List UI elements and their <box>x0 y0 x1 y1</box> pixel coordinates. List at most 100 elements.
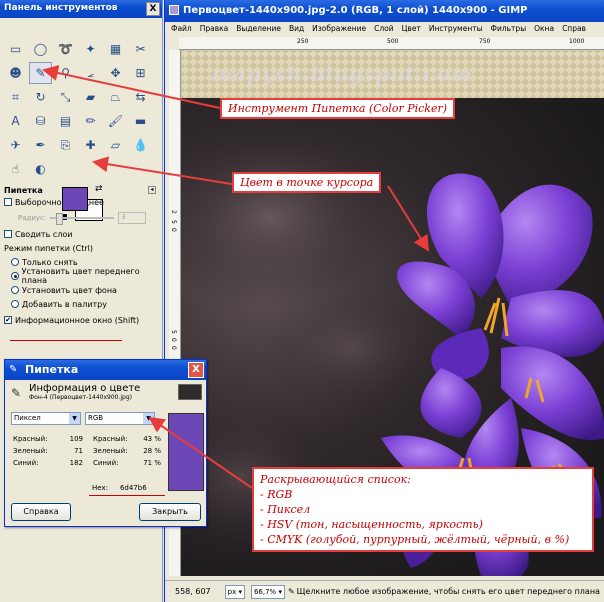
clone-icon[interactable]: ⎘ <box>54 134 77 156</box>
gimp-app-icon <box>169 5 179 15</box>
watermark: mapysh.blogspot.com <box>211 62 473 86</box>
tool-callout: Инструмент Пипетка (Color Picker) <box>220 98 456 119</box>
rect-select-icon[interactable]: ▭ <box>4 38 27 60</box>
right-green-label: Зеленый: <box>93 447 128 455</box>
foreground-select-icon[interactable]: ☻ <box>4 62 27 84</box>
right-red-value: 43 % <box>143 435 161 443</box>
dropdown-item: - RGB <box>260 488 293 501</box>
menu-item[interactable]: Правка <box>200 24 229 37</box>
dialog-close-icon[interactable]: X <box>188 362 204 378</box>
left-values: Красный: 109 Зеленый: 71 Синий: 182 <box>13 433 83 469</box>
heal-icon[interactable]: ✚ <box>79 134 102 156</box>
info-window-checkbox[interactable]: ✔ <box>4 316 12 324</box>
menu-item[interactable]: Файл <box>171 24 192 37</box>
ellipse-select-icon[interactable]: ◯ <box>29 38 52 60</box>
toolbox-close-button[interactable]: X <box>146 2 160 16</box>
menu-item[interactable]: Справ <box>562 24 586 37</box>
menu-item[interactable]: Изображение <box>312 24 366 37</box>
mode-add-palette[interactable]: Добавить в палитру <box>4 297 158 311</box>
ruler-v-tick: 0 <box>170 338 177 342</box>
horizontal-ruler: 250 500 750 1000 <box>179 37 604 50</box>
left-red-label: Красный: <box>13 435 48 443</box>
shear-icon[interactable]: ▰ <box>79 86 102 108</box>
help-button[interactable]: Справка <box>11 503 71 521</box>
text-icon[interactable]: A <box>4 110 27 132</box>
mode-set-fg[interactable]: Установить цвет переднего плана <box>4 267 158 285</box>
airbrush-icon[interactable]: ✈ <box>4 134 27 156</box>
perspective-clone-icon[interactable]: ▱ <box>104 134 127 156</box>
ruler-v-tick: 0 <box>170 346 177 350</box>
perspective-icon[interactable]: ⏢ <box>104 86 127 108</box>
left-blue: Синий: 182 <box>13 457 83 469</box>
mode-set-fg-radio[interactable] <box>11 272 19 280</box>
pin-icon[interactable]: ◂ <box>148 186 156 194</box>
menu-item[interactable]: Фильтры <box>491 24 527 37</box>
flip-icon[interactable]: ⇆ <box>129 86 152 108</box>
eyedropper-icon: ✎ <box>9 364 18 375</box>
align-icon[interactable]: ⊞ <box>129 62 152 84</box>
blend-icon[interactable]: ▤ <box>54 110 77 132</box>
zoom-select[interactable]: 66,7% ▾ <box>250 584 285 599</box>
free-select-icon[interactable]: ➰ <box>54 38 77 60</box>
statusbar: 558, 607 px ▾ 66,7% ▾ ✎ Щелкните любое и… <box>165 580 604 602</box>
ruler-v-tick: 5 <box>170 220 177 224</box>
close-button[interactable]: Закрыть <box>139 503 201 521</box>
menu-item[interactable]: Выделение <box>236 24 281 37</box>
pencil-icon[interactable]: ✏ <box>79 110 102 132</box>
mode-add-palette-radio[interactable] <box>11 300 19 308</box>
menu-item[interactable]: Вид <box>289 24 304 37</box>
chevron-down-icon[interactable]: ▼ <box>143 413 154 424</box>
smudge-icon[interactable]: ☝ <box>4 158 27 180</box>
mode-set-bg-label: Установить цвет фона <box>22 285 117 295</box>
tool-grid: ▭ ◯ ➰ ✦ ▦ ✂ ☻ ✎ ⚲ ⦟ ✥ ⊞ ⌗ ↻ ⤡ ▰ ⏢ ⇆ A ⛁ ▤ ✏ 🖌 ▬ ✈ ✒ ⎘ ✚ ▱ 💧 ☝ ◐ <box>0 18 162 181</box>
blur-icon[interactable]: 💧 <box>129 134 152 156</box>
crop-icon[interactable]: ⌗ <box>4 86 27 108</box>
sample-merged-label: Сводить слои <box>15 229 73 239</box>
mode-set-bg-radio[interactable] <box>11 286 19 294</box>
paintbrush-icon[interactable]: 🖌 <box>104 110 127 132</box>
right-red: Красный: 43 % <box>93 433 161 445</box>
left-mode-select[interactable]: Пиксел ▼ <box>11 412 81 425</box>
cursor-coords: 558, 607 <box>175 587 211 596</box>
cursor-color-callout: Цвет в точке курсора <box>232 172 382 193</box>
radius-spin[interactable]: 3 <box>118 212 147 224</box>
color-picker-status-icon: ✎ <box>287 587 295 596</box>
info-window-row[interactable]: ✔ Информационное окно (Shift) <box>4 313 158 327</box>
bucket-fill-icon[interactable]: ⛁ <box>29 110 52 132</box>
right-green-value: 28 % <box>143 447 161 455</box>
sample-average-checkbox[interactable] <box>4 198 12 206</box>
menu-item[interactable]: Окна <box>534 24 554 37</box>
scissors-icon[interactable]: ✂ <box>129 38 152 60</box>
dodge-burn-icon[interactable]: ◐ <box>29 158 52 180</box>
scale-icon[interactable]: ⤡ <box>54 86 77 108</box>
foreground-color-swatch[interactable] <box>62 187 88 211</box>
chevron-down-icon[interactable]: ▼ <box>69 413 80 424</box>
right-mode-select[interactable]: RGB ▼ <box>85 412 155 425</box>
eraser-icon[interactable]: ▬ <box>129 110 152 132</box>
info-window-underline <box>10 340 122 341</box>
color-picker-icon[interactable]: ✎ <box>29 62 52 84</box>
menu-item[interactable]: Цвет <box>402 24 421 37</box>
measure-icon[interactable]: ⦟ <box>79 62 102 84</box>
select-by-color-icon[interactable]: ▦ <box>104 38 127 60</box>
left-green-value: 71 <box>74 447 83 455</box>
fuzzy-select-icon[interactable]: ✦ <box>79 38 102 60</box>
radius-slider[interactable] <box>50 213 115 225</box>
radius-row: Радиус: 3 <box>4 209 158 227</box>
rotate-icon[interactable]: ↻ <box>29 86 52 108</box>
mode-pick-only-radio[interactable] <box>11 258 19 266</box>
menu-item[interactable]: Инструменты <box>429 24 483 37</box>
right-blue: Синий: 71 % <box>93 457 161 469</box>
ink-icon[interactable]: ✒ <box>29 134 52 156</box>
mode-set-bg[interactable]: Установить цвет фона <box>4 283 158 297</box>
color-picker-icon: ✎ <box>11 386 22 400</box>
move-icon[interactable]: ✥ <box>104 62 127 84</box>
dialog-heading: Информация о цвете <box>29 383 141 394</box>
sample-merged-row[interactable]: Сводить слои <box>4 227 158 241</box>
menubar: Файл Правка Выделение Вид Изображение Слой Цве… <box>165 22 604 37</box>
menu-item[interactable]: Слой <box>374 24 394 37</box>
sample-merged-checkbox[interactable] <box>4 230 12 238</box>
zoom-icon[interactable]: ⚲ <box>54 62 77 84</box>
right-red-label: Красный: <box>93 435 128 443</box>
unit-select[interactable]: px ▾ <box>224 584 245 599</box>
